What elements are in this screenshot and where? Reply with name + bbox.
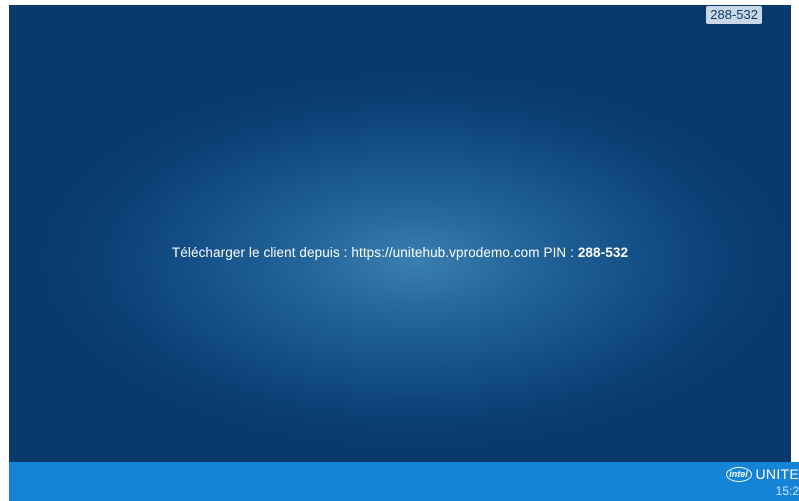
- connection-instructions: Télécharger le client depuis : https://u…: [9, 245, 791, 260]
- brand-name: UNITE: [755, 466, 799, 482]
- pin-value: 288-532: [577, 245, 629, 260]
- instructions-text: Télécharger le client depuis : https://u…: [171, 245, 578, 260]
- unite-brand: intel UNITE: [725, 466, 799, 482]
- clock: 15:2: [775, 484, 799, 498]
- intel-logo-icon: intel: [725, 466, 752, 482]
- taskbar: intel UNITE 15:2: [9, 462, 799, 501]
- share-screen: 288-532 Télécharger le client depuis : h…: [9, 5, 791, 462]
- window-frame: 288-532 Télécharger le client depuis : h…: [0, 0, 799, 501]
- pin-badge: 288-532: [706, 6, 762, 24]
